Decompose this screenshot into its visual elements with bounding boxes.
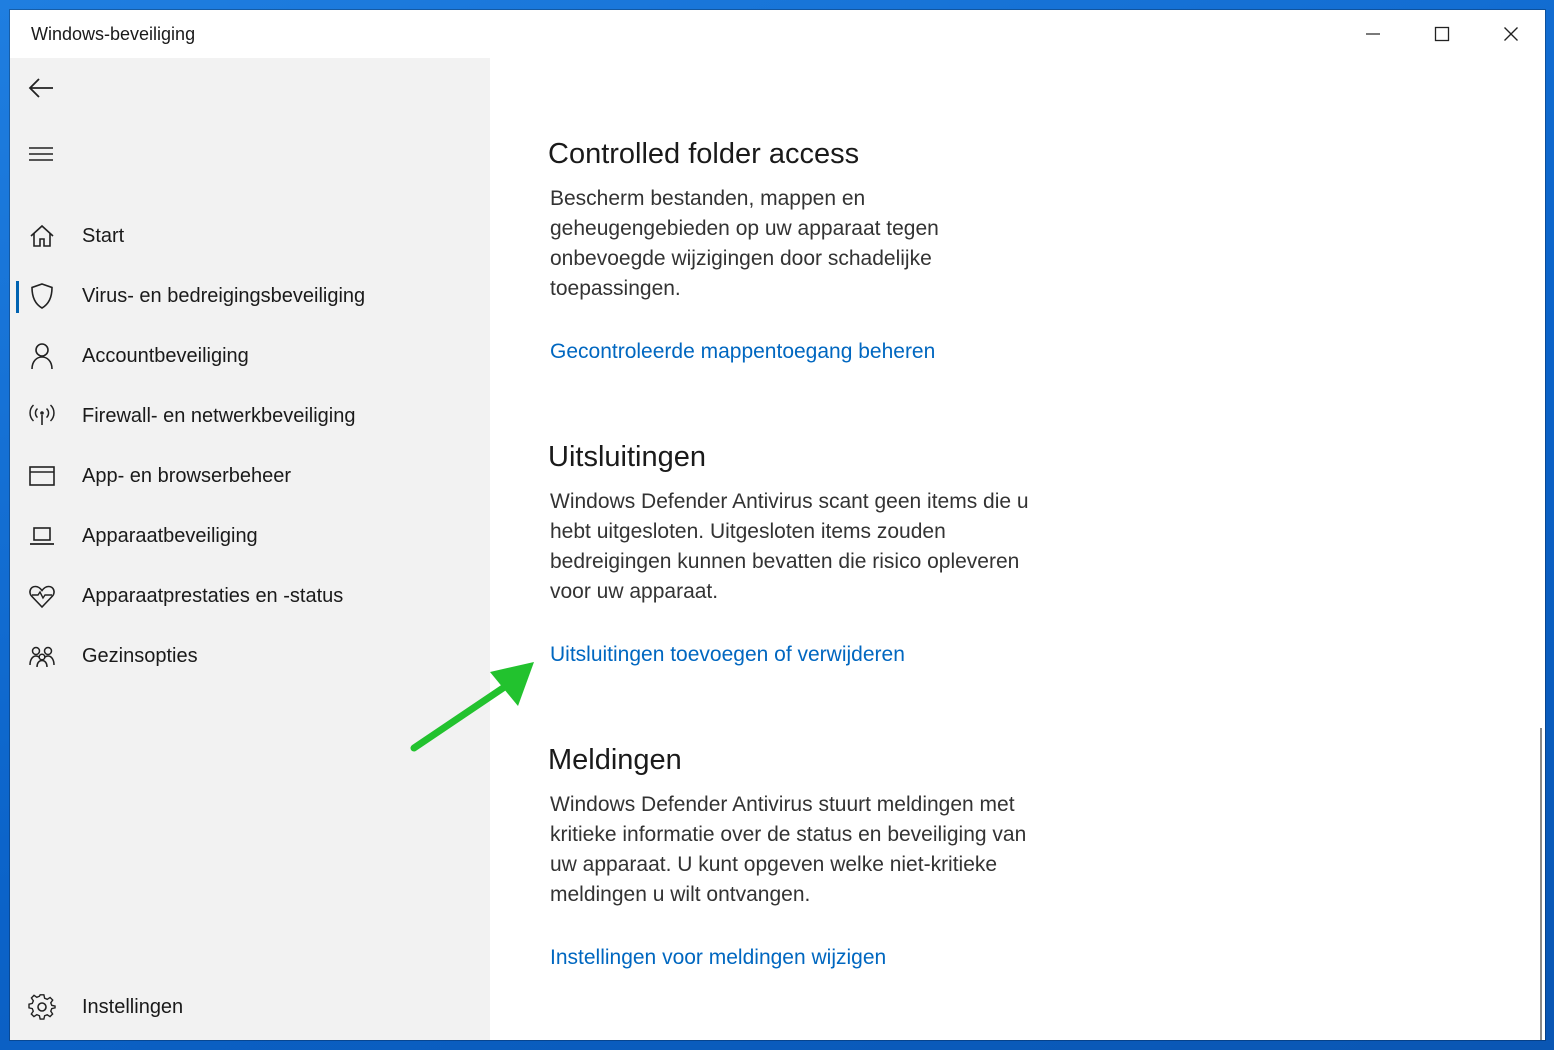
- section-description: Bescherm bestanden, mappen en geheugenge…: [550, 187, 939, 300]
- sidebar: Start Virus- en bedreigingsbeveiliging A…: [10, 58, 490, 1040]
- section-description: Windows Defender Antivirus stuurt meldin…: [550, 793, 1027, 906]
- sidebar-item-label: Accountbeveiliging: [82, 345, 249, 367]
- gear-icon: [28, 993, 56, 1021]
- section-exclusions: Uitsluitingen Windows Defender Antivirus…: [548, 441, 1068, 667]
- manage-folder-access-link[interactable]: Gecontroleerde mappentoegang beheren: [550, 340, 935, 364]
- sidebar-item-label: Start: [82, 225, 125, 247]
- sidebar-item-label: Apparaatprestaties en -status: [82, 585, 344, 607]
- sidebar-item-account[interactable]: Accountbeveiliging: [10, 331, 490, 383]
- hamburger-menu-button[interactable]: [25, 138, 57, 170]
- wireless-antenna-icon: [28, 402, 56, 430]
- section-title: Controlled folder access: [548, 138, 860, 170]
- sidebar-item-label: App- en browserbeheer: [82, 465, 292, 487]
- back-arrow-icon: [28, 78, 53, 98]
- browser-window-icon: [28, 462, 56, 490]
- section-notifications: Meldingen Windows Defender Antivirus stu…: [548, 744, 1068, 970]
- section-title: Meldingen: [548, 744, 682, 776]
- close-icon: [1503, 27, 1518, 41]
- sidebar-item-settings[interactable]: Instellingen: [10, 982, 490, 1034]
- sidebar-item-label: Instellingen: [82, 996, 184, 1018]
- sidebar-item-virus-protection[interactable]: Virus- en bedreigingsbeveiliging: [10, 271, 490, 323]
- main-content: Controlled folder access Bescherm bestan…: [490, 58, 1545, 1040]
- close-button[interactable]: [1476, 10, 1545, 58]
- sidebar-item-label: Gezinsopties: [82, 645, 198, 667]
- laptop-icon: [28, 522, 56, 550]
- sidebar-item-device-performance[interactable]: Apparaatprestaties en -status: [10, 571, 490, 623]
- person-icon: [28, 342, 56, 370]
- add-remove-exclusions-link[interactable]: Uitsluitingen toevoegen of verwijderen: [550, 643, 905, 667]
- sidebar-item-label: Firewall- en netwerkbeveiliging: [82, 405, 356, 427]
- app-window: Windows-beveiliging Start Virus- en bedr…: [10, 10, 1545, 1040]
- maximize-icon: [1434, 26, 1449, 42]
- family-icon: [28, 642, 56, 670]
- section-controlled-folder-access: Controlled folder access Bescherm bestan…: [548, 138, 1068, 364]
- sidebar-item-label: Virus- en bedreigingsbeveiliging: [82, 285, 366, 307]
- window-controls: [1338, 10, 1545, 58]
- selection-indicator: [16, 281, 19, 313]
- sidebar-item-start[interactable]: Start: [10, 211, 490, 263]
- section-title: Uitsluitingen: [548, 441, 706, 473]
- shield-icon: [28, 282, 56, 310]
- sidebar-item-label: Apparaatbeveiliging: [82, 525, 258, 547]
- home-icon: [28, 222, 56, 250]
- title-bar[interactable]: Windows-beveiliging: [10, 10, 1545, 58]
- annotation-arrow-icon: [410, 662, 534, 752]
- minimize-icon: [1365, 33, 1380, 35]
- back-button[interactable]: [25, 72, 57, 104]
- change-notification-settings-link[interactable]: Instellingen voor meldingen wijzigen: [550, 946, 886, 970]
- sidebar-item-app-browser[interactable]: App- en browserbeheer: [10, 451, 490, 503]
- window-title: Windows-beveiliging: [31, 24, 196, 44]
- section-description: Windows Defender Antivirus scant geen it…: [550, 490, 1029, 603]
- hamburger-menu-icon: [29, 147, 53, 161]
- sidebar-item-firewall[interactable]: Firewall- en netwerkbeveiliging: [10, 391, 490, 443]
- sidebar-item-device-security[interactable]: Apparaatbeveiliging: [10, 511, 490, 563]
- minimize-button[interactable]: [1338, 10, 1407, 58]
- scrollbar[interactable]: [1540, 728, 1542, 1040]
- heart-pulse-icon: [28, 582, 56, 610]
- maximize-button[interactable]: [1407, 10, 1476, 58]
